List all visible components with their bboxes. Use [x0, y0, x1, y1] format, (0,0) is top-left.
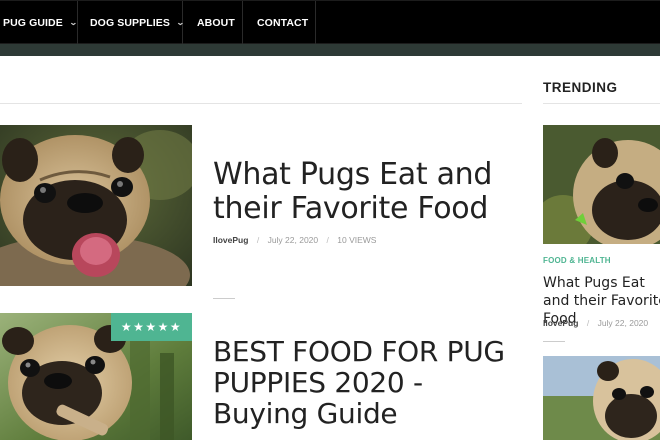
trending-divider	[543, 341, 565, 342]
chevron-down-icon: ⌄	[68, 18, 78, 27]
post-title[interactable]: BEST FOOD FOR PUG PUPPIES 2020 - Buying …	[213, 336, 513, 429]
trending-category[interactable]: FOOD & HEALTH	[543, 256, 611, 265]
pug-puppy-photo	[543, 356, 660, 440]
meta-separator: /	[326, 235, 329, 245]
post-author[interactable]: IlovePug	[213, 235, 248, 245]
nav-item-label: CONTACT	[257, 16, 309, 29]
trending-author[interactable]: IlovePug	[543, 318, 578, 328]
meta-separator: /	[256, 235, 260, 245]
nav-item-pug-guide[interactable]: PUG GUIDE ⌄	[0, 1, 78, 44]
post-title[interactable]: What Pugs Eat and their Favorite Food	[213, 158, 513, 226]
meta-separator: /	[586, 318, 590, 328]
post-views: 10 VIEWS	[337, 235, 377, 245]
trending-thumbnail[interactable]	[543, 125, 660, 244]
sidebar-heading: TRENDING	[543, 80, 618, 95]
nav-item-contact[interactable]: CONTACT	[243, 1, 316, 44]
nav-item-label: ABOUT	[197, 16, 235, 29]
trending-date: July 22, 2020	[597, 318, 649, 328]
trending-meta: IlovePug / July 22, 2020	[543, 318, 648, 328]
nav-item-dog-supplies[interactable]: DOG SUPPLIES ⌄	[78, 1, 185, 44]
post-thumbnail-pug-tongue[interactable]	[0, 125, 192, 286]
pug-photo	[0, 125, 192, 286]
nav-item-label: DOG SUPPLIES	[90, 16, 170, 29]
trending-thumbnail-2[interactable]	[543, 356, 660, 440]
nav-item-about[interactable]: ABOUT	[183, 1, 243, 44]
pug-photo	[543, 125, 660, 244]
sidebar-divider	[543, 103, 660, 104]
top-navigation: PUG GUIDE ⌄ DOG SUPPLIES ⌄ ABOUT CONTACT	[0, 0, 660, 44]
nav-item-label: PUG GUIDE	[3, 16, 63, 29]
post-meta: IlovePug / July 22, 2020 / 10 VIEWS	[213, 235, 376, 245]
header-accent-bar	[0, 44, 660, 56]
rating-stars-badge: ★★★★★	[111, 313, 192, 341]
section-divider	[0, 103, 522, 104]
post-divider	[213, 298, 235, 299]
post-date: July 22, 2020	[267, 235, 319, 245]
